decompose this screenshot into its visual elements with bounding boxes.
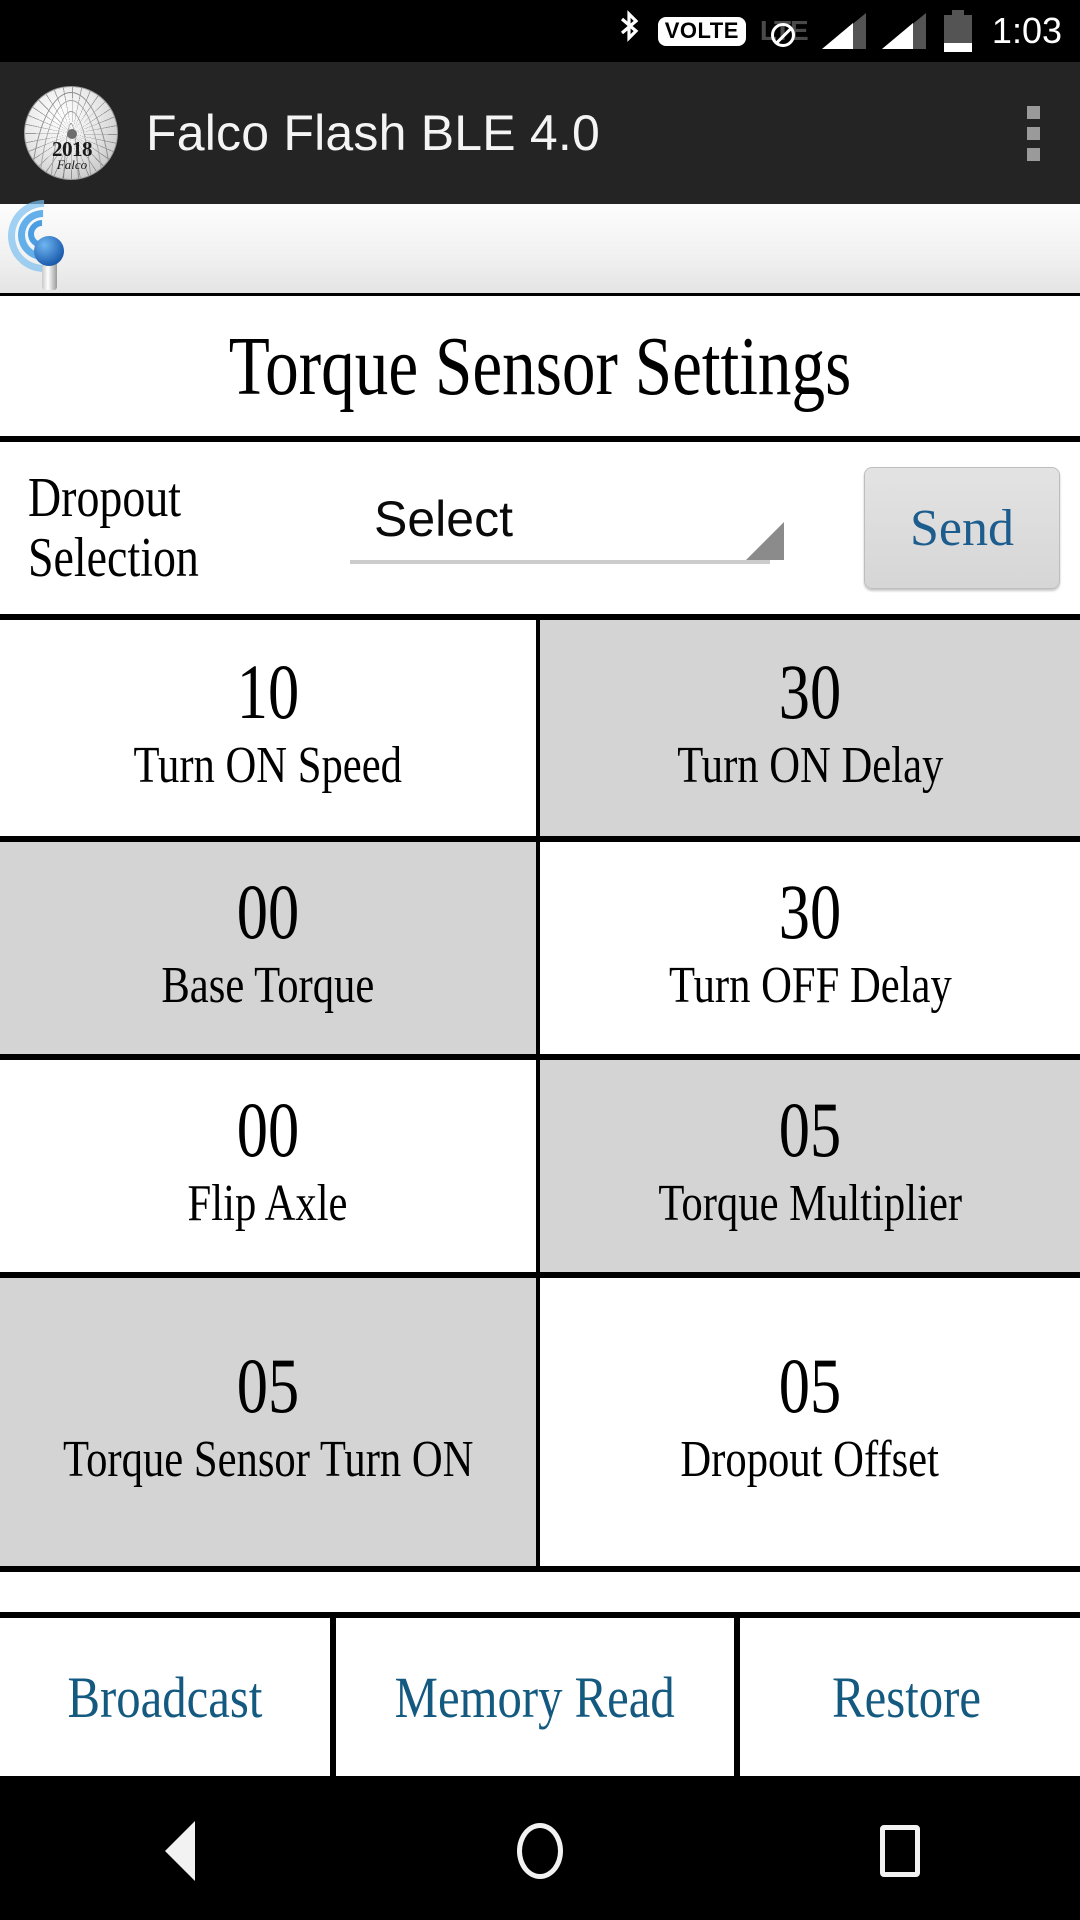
setting-value-text: 30 [778, 867, 842, 955]
settings-row: 00 Base Torque 30 Turn OFF Delay [0, 842, 1080, 1060]
setting-label-text: Torque Sensor Turn ON [62, 1430, 474, 1488]
page-title-text: Torque Sensor Settings [228, 319, 852, 413]
overflow-menu-icon[interactable] [1010, 96, 1056, 170]
back-triangle-icon [165, 1821, 195, 1881]
setting-value: 05 [771, 1085, 849, 1173]
memory-read-button-label: Memory Read [394, 1664, 676, 1730]
setting-cell-torque-multiplier[interactable]: 05 Torque Multiplier [540, 1060, 1080, 1272]
broadcast-button[interactable]: Broadcast [0, 1618, 336, 1776]
setting-value: 30 [771, 867, 849, 955]
setting-value: 30 [771, 647, 849, 735]
bluetooth-icon [614, 9, 644, 53]
setting-value: 00 [229, 1085, 307, 1173]
nav-back-button[interactable] [105, 1782, 255, 1920]
dropdown-arrow-icon [746, 522, 784, 560]
dropout-spinner-value: Select [374, 491, 513, 547]
send-button-label: Send [910, 499, 1014, 557]
app-logo: 2018 Falco [24, 86, 118, 180]
settings-grid: 10 Turn ON Speed 30 Turn ON Delay 00 Bas… [0, 620, 1080, 1572]
phone-screen: VOLTE LTE 1:03 2018 Falco Falco Flash BL… [0, 0, 1080, 1920]
settings-row: 05 Torque Sensor Turn ON 05 Dropout Offs… [0, 1278, 1080, 1572]
setting-cell-turn-on-speed[interactable]: 10 Turn ON Speed [0, 620, 540, 836]
setting-label-text: Turn ON Speed [133, 736, 403, 794]
dropout-label-line1: Dropout [28, 466, 182, 529]
setting-value: 05 [229, 1341, 307, 1429]
volte-badge: VOLTE [657, 16, 746, 46]
setting-value-text: 00 [236, 1085, 300, 1173]
setting-label: Dropout Offset [652, 1431, 967, 1489]
setting-cell-turn-off-delay[interactable]: 30 Turn OFF Delay [540, 842, 1080, 1054]
ble-status-strip [0, 185, 1080, 296]
settings-row: 10 Turn ON Speed 30 Turn ON Delay [0, 620, 1080, 842]
battery-low-icon [943, 10, 972, 52]
setting-value-text: 30 [778, 647, 842, 735]
dropout-spinner[interactable]: Select [350, 480, 800, 576]
setting-label: Turn OFF Delay [638, 957, 983, 1015]
setting-cell-torque-sensor-turn-on[interactable]: 05 Torque Sensor Turn ON [0, 1278, 540, 1566]
dropout-selection-row: Dropout Selection Select Send [0, 442, 1080, 620]
setting-label: Torque Multiplier [625, 1175, 995, 1233]
page-title: Torque Sensor Settings [0, 296, 1080, 442]
status-bar-clock: 1:03 [991, 10, 1062, 51]
no-data-slash-icon [770, 23, 795, 47]
lte-indicator: LTE [760, 12, 809, 50]
setting-value: 10 [229, 647, 307, 735]
setting-cell-dropout-offset[interactable]: 05 Dropout Offset [540, 1278, 1080, 1566]
setting-label: Base Torque [138, 957, 398, 1015]
setting-label: Turn ON Speed [104, 737, 431, 795]
signal-bars-icon [821, 13, 866, 49]
bluetooth-broadcast-icon[interactable] [0, 185, 98, 294]
nav-home-button[interactable] [465, 1782, 615, 1920]
spinner-underline [350, 560, 770, 564]
setting-cell-flip-axle[interactable]: 00 Flip Axle [0, 1060, 540, 1272]
setting-value-text: 05 [236, 1341, 300, 1429]
volte-label: VOLTE [657, 16, 746, 46]
send-button[interactable]: Send [864, 467, 1060, 589]
logo-brand: Falco [56, 157, 88, 172]
setting-label: Flip Axle [170, 1175, 365, 1233]
setting-label-text: Turn OFF Delay [668, 956, 952, 1014]
android-nav-bar [0, 1782, 1080, 1920]
app-bar: 2018 Falco Falco Flash BLE 4.0 [0, 62, 1080, 204]
dropout-selection-label: Dropout Selection [0, 466, 360, 589]
setting-value-text: 05 [778, 1085, 842, 1173]
restore-button[interactable]: Restore [740, 1618, 1074, 1776]
setting-value-text: 05 [778, 1341, 842, 1429]
broadcast-button-label: Broadcast [67, 1664, 263, 1730]
setting-label: Turn ON Delay [648, 737, 973, 795]
setting-label-text: Base Torque [161, 956, 375, 1014]
home-circle-icon [517, 1823, 563, 1879]
setting-value-text: 10 [236, 647, 300, 735]
setting-value: 00 [229, 867, 307, 955]
restore-button-label: Restore [832, 1664, 982, 1730]
nav-recents-button[interactable] [825, 1782, 975, 1920]
setting-label-text: Turn ON Delay [676, 736, 944, 794]
settings-row: 00 Flip Axle 05 Torque Multiplier [0, 1060, 1080, 1278]
app-title: Falco Flash BLE 4.0 [146, 105, 601, 161]
setting-cell-base-torque[interactable]: 00 Base Torque [0, 842, 540, 1054]
dropout-label-line2: Selection [28, 527, 199, 589]
action-bar: Broadcast Memory Read Restore [0, 1612, 1080, 1782]
signal-bars-icon-2 [881, 13, 926, 49]
recents-square-icon [880, 1825, 920, 1877]
setting-cell-turn-on-delay[interactable]: 30 Turn ON Delay [540, 620, 1080, 836]
setting-label-text: Torque Multiplier [658, 1174, 962, 1232]
status-bar: VOLTE LTE 1:03 [0, 0, 1080, 62]
setting-label-text: Flip Axle [188, 1174, 348, 1232]
setting-value: 05 [771, 1341, 849, 1429]
memory-read-button[interactable]: Memory Read [336, 1618, 740, 1776]
setting-label: Torque Sensor Turn ON [18, 1431, 519, 1489]
setting-label-text: Dropout Offset [680, 1430, 940, 1488]
setting-value-text: 00 [236, 867, 300, 955]
